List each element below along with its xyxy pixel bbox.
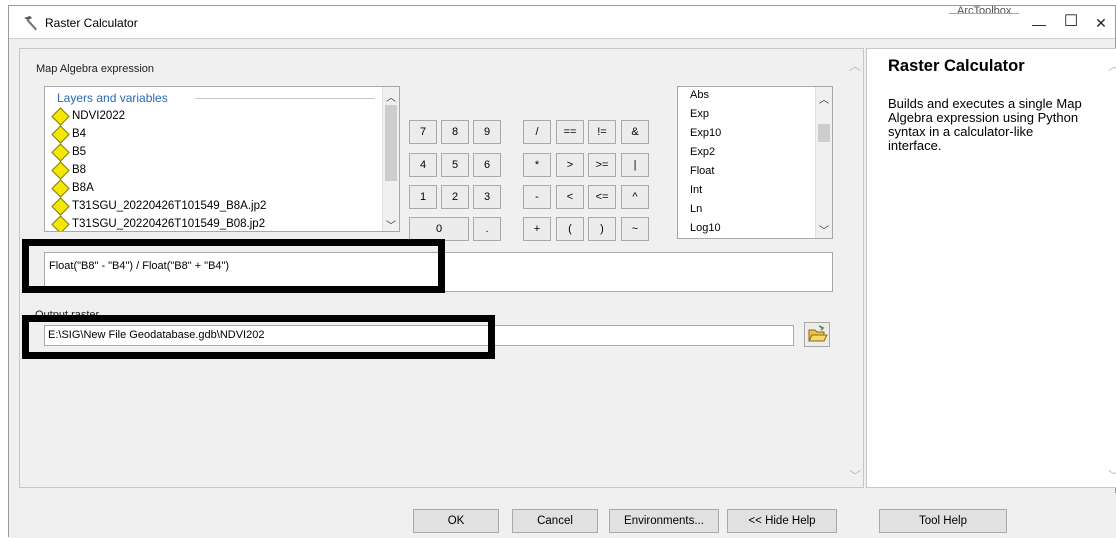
layer-item[interactable]: T31SGU_20220426T101549_B8A.jp2	[49, 196, 266, 216]
layers-scrollbar[interactable]: ︿ ﹀	[382, 87, 399, 231]
function-item[interactable]: Exp2	[690, 146, 715, 158]
calc-button-greater-equal[interactable]: >=	[588, 153, 616, 177]
calc-button-0[interactable]: 0	[409, 217, 469, 241]
raster-layer-diamond-icon	[51, 196, 70, 216]
tool-help-button[interactable]: Tool Help	[879, 509, 1007, 533]
output-highlight-box	[22, 315, 495, 359]
calc-button-7[interactable]: 7	[409, 120, 437, 144]
parameters-pane: ︿ ﹀ Map Algebra expression Layers and va…	[19, 48, 864, 488]
chevron-down-icon[interactable]: ﹀	[816, 222, 832, 237]
layer-item[interactable]: B8	[49, 160, 86, 180]
calc-button-minus[interactable]: -	[523, 185, 551, 209]
layers-list[interactable]: Layers and variables NDVI2022 B4 B5 B8 B…	[44, 86, 400, 232]
raster-layer-diamond-icon	[51, 142, 70, 162]
layers-header-divider	[195, 98, 375, 99]
layer-item[interactable]: T31SGU_20220426T101549_B08.jp2	[49, 214, 265, 231]
title-bar: Raster Calculator ArcToolbox — ☐ ✕	[9, 5, 1116, 39]
help-title: Raster Calculator	[888, 57, 1025, 75]
function-item[interactable]: Ln	[690, 203, 702, 215]
help-scroll-up-icon[interactable]: ︿	[1108, 57, 1116, 74]
calc-button-less-equal[interactable]: <=	[588, 185, 616, 209]
cancel-button[interactable]: Cancel	[512, 509, 598, 533]
calc-button-9[interactable]: 9	[473, 120, 501, 144]
functions-list[interactable]: Abs Exp Exp10 Exp2 Float Int Ln Log10 ︿ …	[677, 86, 833, 239]
layers-header: Layers and variables	[57, 91, 168, 105]
calc-button-or[interactable]: |	[621, 153, 649, 177]
environments-button[interactable]: Environments...	[609, 509, 719, 533]
function-item[interactable]: Float	[690, 165, 714, 177]
calc-button-not[interactable]: ~	[621, 217, 649, 241]
calc-button-open-paren[interactable]: (	[556, 217, 584, 241]
window-title: Raster Calculator	[45, 16, 138, 30]
browse-button[interactable]	[804, 322, 830, 347]
calc-button-1[interactable]: 1	[409, 185, 437, 209]
calc-button-5[interactable]: 5	[441, 153, 469, 177]
function-item[interactable]: Abs	[690, 89, 709, 101]
layer-item[interactable]: B5	[49, 142, 86, 162]
layer-item[interactable]: NDVI2022	[49, 106, 125, 126]
help-description: Builds and executes a single Map Algebra…	[888, 96, 1082, 153]
layer-item[interactable]: B8A	[49, 178, 94, 198]
hide-help-button[interactable]: << Hide Help	[727, 509, 837, 533]
maximize-button[interactable]: ☐	[1056, 11, 1086, 33]
calc-button-plus[interactable]: +	[523, 217, 551, 241]
calc-button-decimal[interactable]: .	[473, 217, 501, 241]
calc-button-less[interactable]: <	[556, 185, 584, 209]
calc-button-not-equal[interactable]: !=	[588, 120, 616, 144]
expression-highlight-box	[22, 239, 445, 293]
functions-scroll-thumb[interactable]	[818, 124, 830, 142]
calc-button-multiply[interactable]: *	[523, 153, 551, 177]
function-item[interactable]: Log10	[690, 222, 721, 234]
raster-calculator-window: Raster Calculator ArcToolbox — ☐ ✕ ︿ ﹀ M…	[8, 5, 1116, 538]
map-algebra-label: Map Algebra expression	[36, 63, 155, 75]
calc-button-xor[interactable]: ^	[621, 185, 649, 209]
calc-button-6[interactable]: 6	[473, 153, 501, 177]
calc-button-3[interactable]: 3	[473, 185, 501, 209]
ok-button[interactable]: OK	[413, 509, 499, 533]
raster-layer-diamond-icon	[51, 178, 70, 198]
raster-layer-diamond-icon	[51, 106, 70, 126]
function-item[interactable]: Int	[690, 184, 702, 196]
scroll-down-icon[interactable]: ﹀	[849, 467, 861, 484]
chevron-up-icon[interactable]: ︿	[383, 89, 399, 104]
parameters-scrollbar[interactable]: ︿ ﹀	[847, 49, 861, 487]
calc-button-close-paren[interactable]: )	[588, 217, 616, 241]
raster-layer-diamond-icon	[51, 160, 70, 180]
hammer-icon	[24, 16, 37, 31]
help-scroll-down-icon[interactable]: ﹀	[1108, 467, 1116, 484]
arctoolbox-tab[interactable]: ArcToolbox	[949, 5, 1020, 14]
close-button[interactable]: ✕	[1086, 12, 1116, 34]
calc-button-greater[interactable]: >	[556, 153, 584, 177]
raster-layer-diamond-icon	[51, 214, 70, 231]
chevron-down-icon[interactable]: ﹀	[383, 217, 399, 231]
calc-button-8[interactable]: 8	[441, 120, 469, 144]
function-item[interactable]: Exp	[690, 108, 709, 120]
raster-layer-diamond-icon	[51, 124, 70, 144]
function-item[interactable]: Exp10	[690, 127, 721, 139]
layer-item[interactable]: B4	[49, 124, 86, 144]
functions-scrollbar[interactable]: ︿ ﹀	[815, 87, 832, 238]
open-folder-icon	[808, 325, 828, 342]
calc-button-divide[interactable]: /	[523, 120, 551, 144]
calc-button-4[interactable]: 4	[409, 153, 437, 177]
scroll-up-icon[interactable]: ︿	[849, 57, 861, 74]
layers-scroll-thumb[interactable]	[385, 105, 397, 181]
minimize-button[interactable]: —	[1024, 13, 1054, 35]
calc-button-2[interactable]: 2	[441, 185, 469, 209]
calc-button-equal[interactable]: ==	[556, 120, 584, 144]
help-pane: Raster Calculator Builds and executes a …	[866, 48, 1116, 488]
chevron-up-icon[interactable]: ︿	[816, 91, 832, 106]
calc-button-and[interactable]: &	[621, 120, 649, 144]
